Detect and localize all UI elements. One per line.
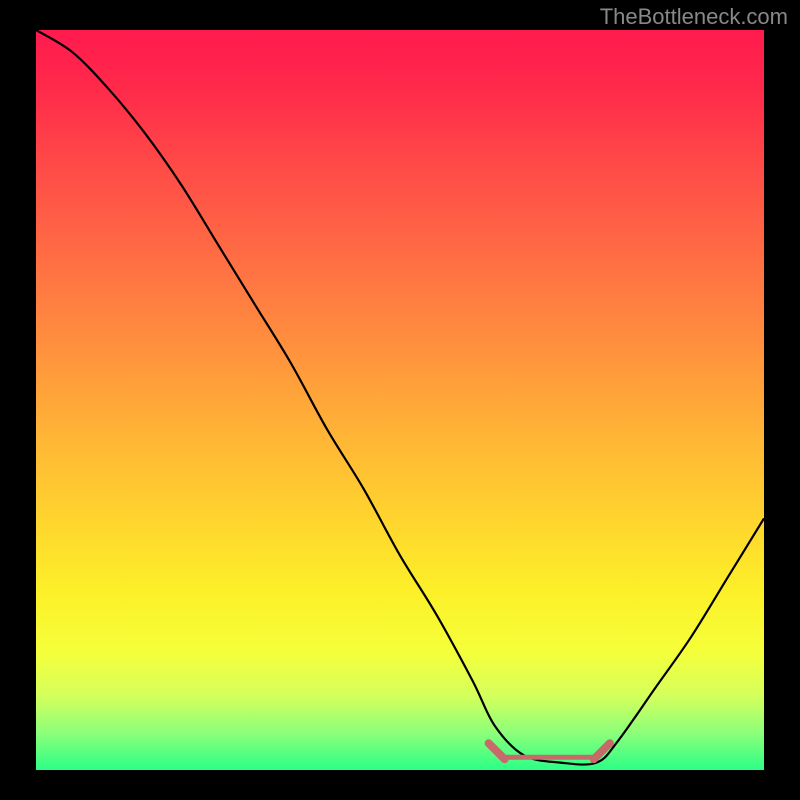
plot-area [36, 30, 764, 770]
bottleneck-curve [36, 30, 764, 765]
watermark-text: TheBottleneck.com [600, 4, 788, 30]
chart-svg [36, 30, 764, 770]
flat-region-right-mark [594, 743, 610, 759]
